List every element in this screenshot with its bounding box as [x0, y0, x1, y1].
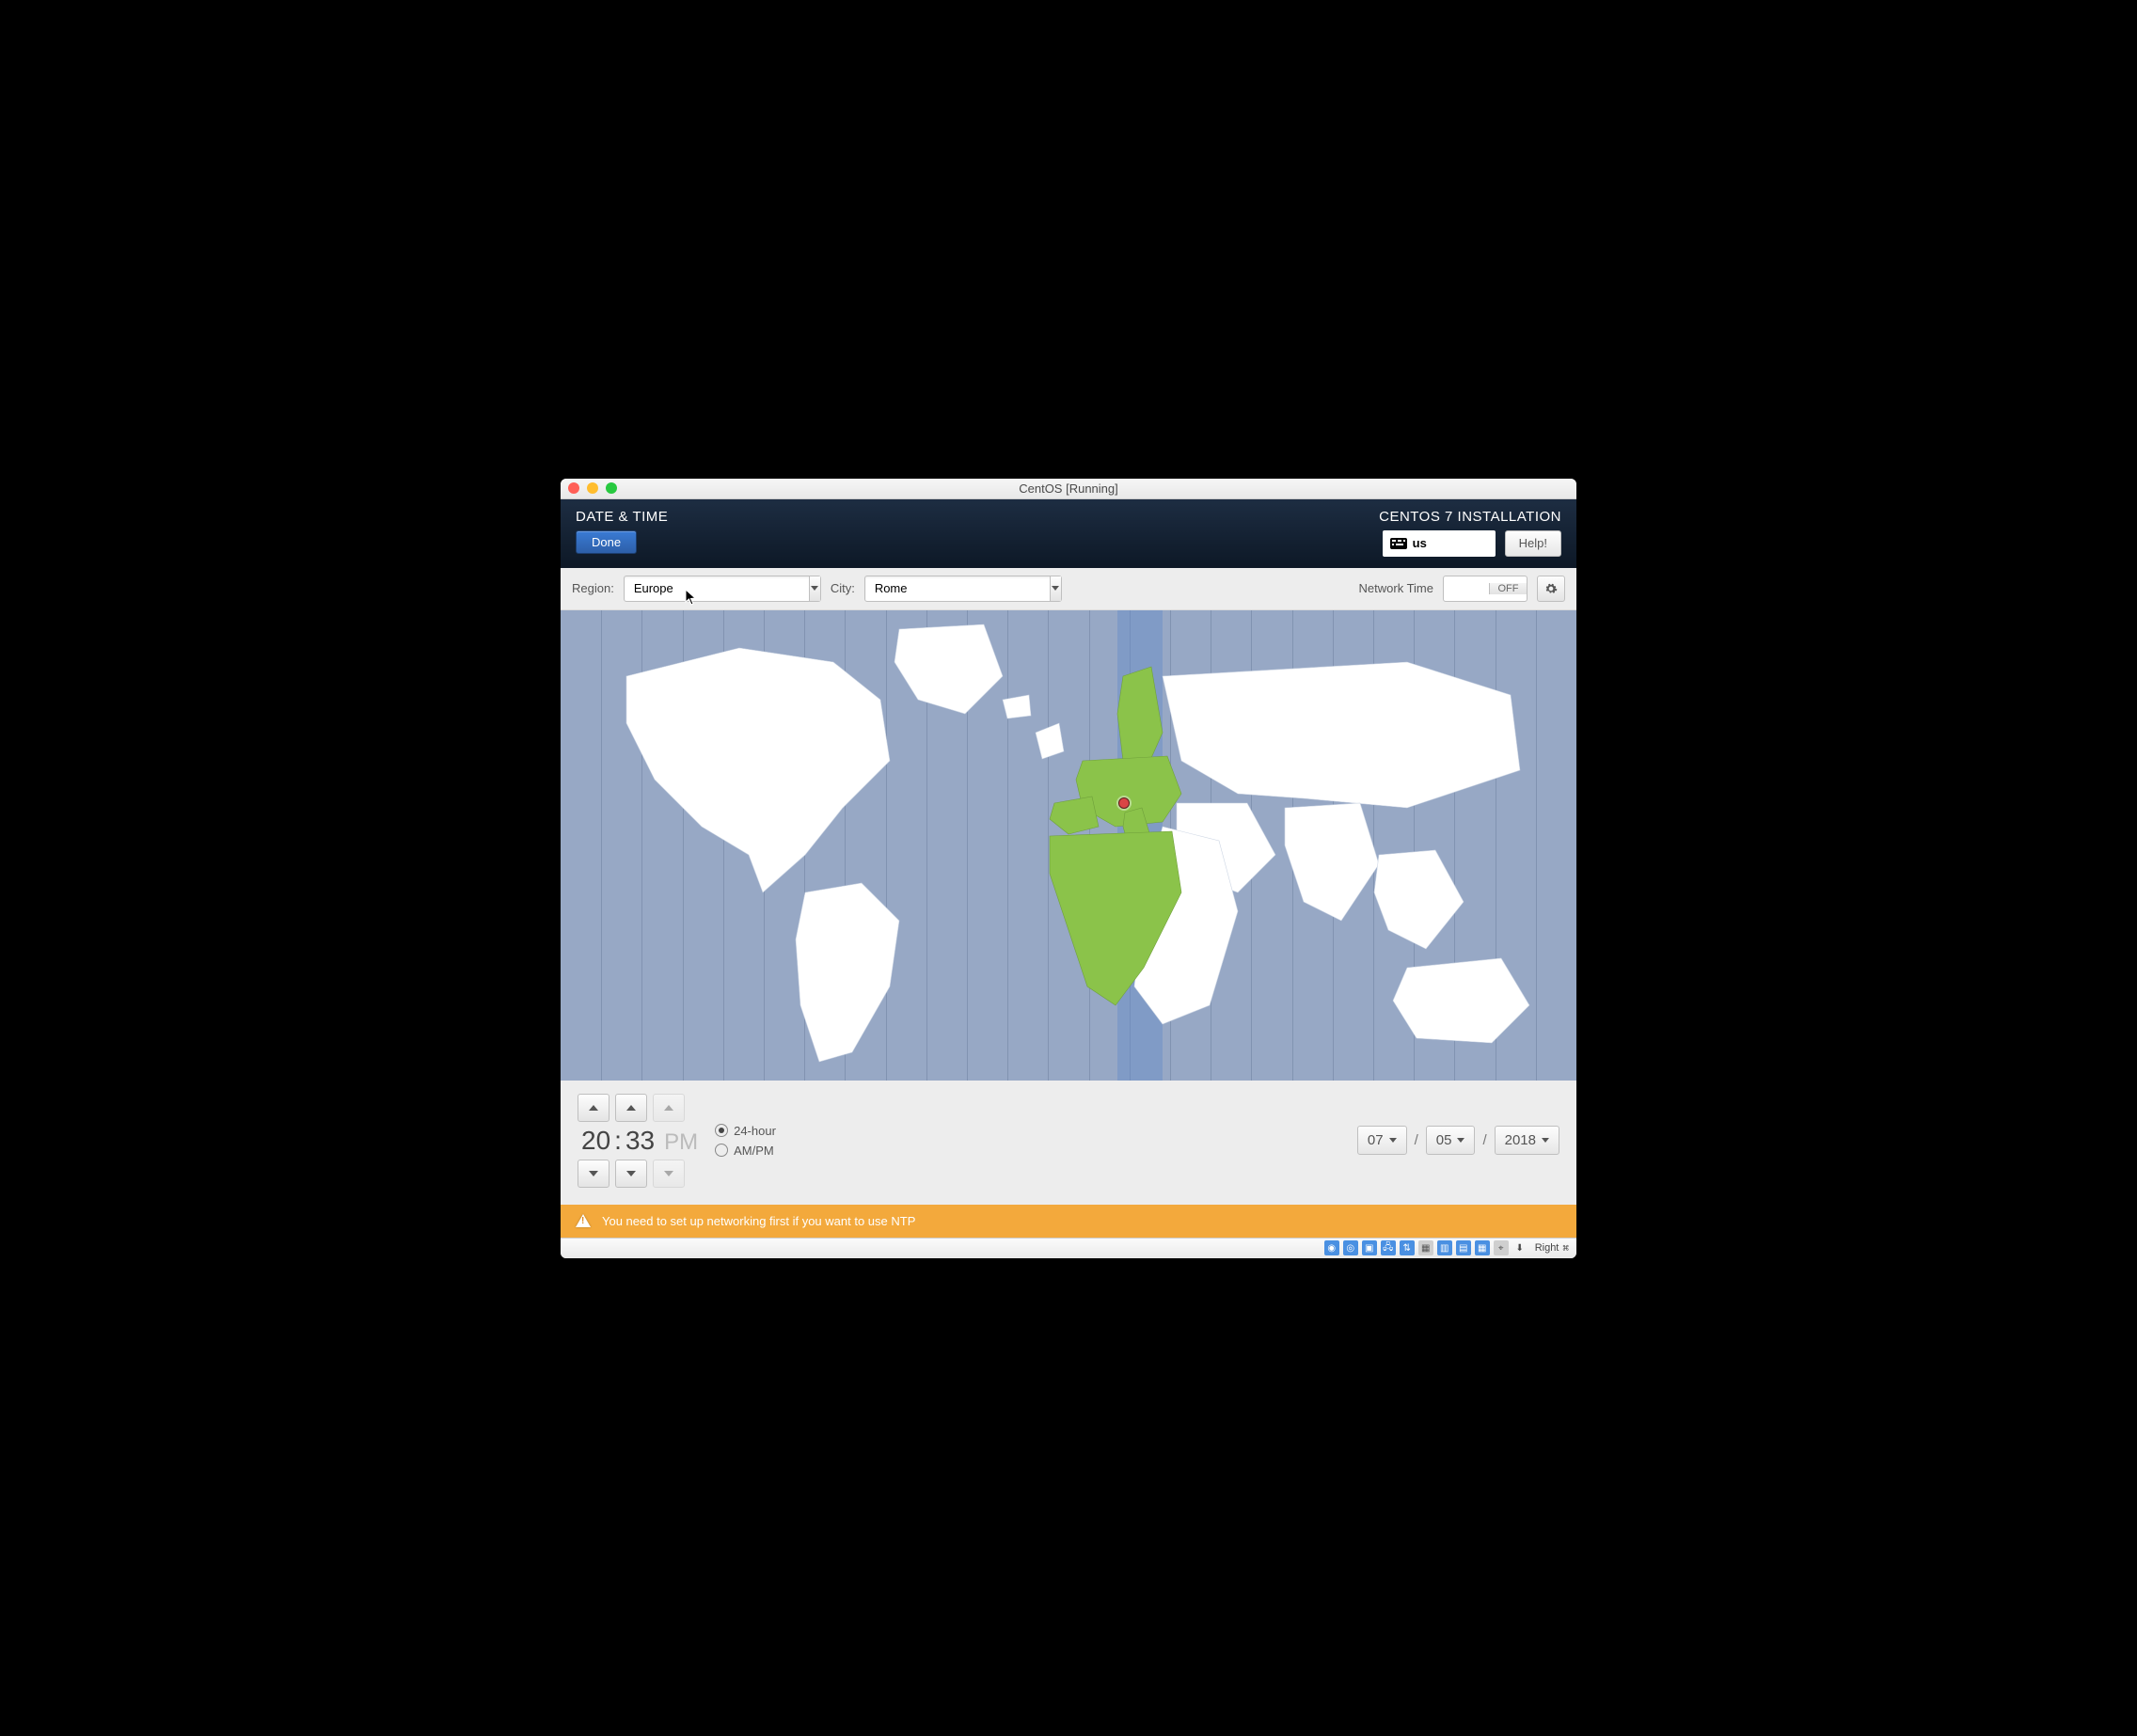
date-separator: / — [1482, 1132, 1486, 1148]
region-combo[interactable] — [624, 576, 821, 602]
minutes-up-button[interactable] — [615, 1094, 647, 1122]
chevron-up-icon — [626, 1105, 636, 1111]
help-button[interactable]: Help! — [1505, 530, 1561, 557]
vm-statusbar: ◉ ◎ ▣ 🖧 ⇅ ▦ ▥ ▤ ▦ ⌖ ⬇ Right ⌘ — [561, 1238, 1576, 1258]
city-input[interactable] — [865, 581, 1050, 595]
keyboard-layout-value: us — [1413, 536, 1427, 550]
vm-mouse-icon[interactable]: ⌖ — [1494, 1240, 1509, 1255]
radio-ampm-label: AM/PM — [734, 1144, 774, 1158]
done-button[interactable]: Done — [576, 530, 637, 554]
hours-down-button[interactable] — [578, 1160, 609, 1188]
gear-icon — [1544, 582, 1558, 595]
ampm-up-button — [653, 1094, 685, 1122]
vm-settings-icon[interactable]: ▦ — [1475, 1240, 1490, 1255]
chevron-up-icon — [664, 1105, 673, 1111]
day-select[interactable]: 05 — [1426, 1126, 1476, 1155]
minimize-window-button[interactable] — [587, 482, 598, 494]
radio-icon — [715, 1124, 728, 1137]
minutes-value: 33 — [625, 1126, 655, 1156]
hours-value: 20 — [581, 1126, 610, 1156]
ntp-settings-button[interactable] — [1537, 576, 1565, 602]
region-input[interactable] — [625, 581, 809, 595]
date-selectors: 07 / 05 / 2018 — [1357, 1126, 1559, 1155]
keyboard-layout-indicator[interactable]: us — [1383, 530, 1496, 557]
radio-icon — [715, 1144, 728, 1157]
warning-text: You need to set up networking first if y… — [602, 1214, 915, 1228]
chevron-down-icon — [1542, 1138, 1549, 1143]
close-window-button[interactable] — [568, 482, 579, 494]
year-value: 2018 — [1505, 1132, 1536, 1148]
install-title: CENTOS 7 INSTALLATION — [1379, 509, 1561, 525]
mac-titlebar: CentOS [Running] — [561, 479, 1576, 499]
region-dropdown-button[interactable] — [809, 576, 820, 601]
warning-icon — [576, 1214, 591, 1227]
chevron-down-icon — [811, 586, 818, 591]
page-title: DATE & TIME — [576, 509, 668, 525]
ampm-down-button — [653, 1160, 685, 1188]
city-dropdown-button[interactable] — [1050, 576, 1061, 601]
network-time-label: Network Time — [1359, 581, 1433, 595]
chevron-down-icon — [664, 1171, 673, 1176]
time-format-radios: 24-hour AM/PM — [715, 1124, 776, 1158]
vm-record-icon[interactable]: ▤ — [1456, 1240, 1471, 1255]
vm-window: CentOS [Running] DATE & TIME Done CENTOS… — [561, 479, 1576, 1258]
chevron-down-icon — [589, 1171, 598, 1176]
installer-header: DATE & TIME Done CENTOS 7 INSTALLATION u… — [561, 499, 1576, 568]
chevron-down-icon — [1389, 1138, 1397, 1143]
city-label: City: — [831, 581, 855, 595]
toggle-empty-slot — [1444, 576, 1489, 601]
ampm-value: PM — [664, 1129, 698, 1156]
radio-24h[interactable]: 24-hour — [715, 1124, 776, 1138]
vm-hostkey-icon[interactable]: ⬇ — [1512, 1240, 1528, 1255]
cmd-glyph: ⌘ — [1562, 1242, 1569, 1255]
datetime-controls: 20 : 33 PM 24-hour AM/PM — [561, 1081, 1576, 1205]
time-spinners: 20 : 33 PM — [578, 1094, 702, 1188]
time-display: 20 : 33 PM — [578, 1126, 702, 1156]
chevron-down-icon — [1052, 586, 1059, 591]
time-colon: : — [614, 1126, 622, 1156]
region-toolbar: Region: City: Network Time OFF — [561, 568, 1576, 610]
minutes-down-button[interactable] — [615, 1160, 647, 1188]
timezone-map[interactable] — [561, 610, 1576, 1081]
location-marker — [1118, 797, 1130, 809]
chevron-up-icon — [589, 1105, 598, 1111]
vm-disc-icon[interactable]: ◎ — [1343, 1240, 1358, 1255]
vm-hdd-icon[interactable]: ◉ — [1324, 1240, 1339, 1255]
region-label: Region: — [572, 581, 614, 595]
year-select[interactable]: 2018 — [1495, 1126, 1559, 1155]
day-value: 05 — [1436, 1132, 1452, 1148]
keyboard-icon — [1390, 538, 1407, 549]
hours-up-button[interactable] — [578, 1094, 609, 1122]
vm-display-icon[interactable]: ▥ — [1437, 1240, 1452, 1255]
chevron-down-icon — [626, 1171, 636, 1176]
network-time-toggle[interactable]: OFF — [1443, 576, 1528, 602]
vm-shared-icon[interactable]: ▦ — [1418, 1240, 1433, 1255]
warning-bar: You need to set up networking first if y… — [561, 1205, 1576, 1238]
radio-24h-label: 24-hour — [734, 1124, 776, 1138]
world-continents — [561, 610, 1576, 1081]
month-value: 07 — [1368, 1132, 1384, 1148]
vm-network-icon[interactable]: 🖧 — [1381, 1240, 1396, 1255]
vm-usb-icon[interactable]: ⇅ — [1400, 1240, 1415, 1255]
zoom-window-button[interactable] — [606, 482, 617, 494]
radio-ampm[interactable]: AM/PM — [715, 1144, 776, 1158]
month-select[interactable]: 07 — [1357, 1126, 1407, 1155]
window-title: CentOS [Running] — [561, 481, 1576, 496]
traffic-lights — [568, 482, 617, 494]
date-separator: / — [1415, 1132, 1418, 1148]
chevron-down-icon — [1457, 1138, 1464, 1143]
city-combo[interactable] — [864, 576, 1062, 602]
toggle-off-label: OFF — [1489, 583, 1527, 594]
mouse-cursor — [685, 589, 698, 606]
vm-audio-icon[interactable]: ▣ — [1362, 1240, 1377, 1255]
hostkey-label: Right — [1535, 1242, 1559, 1254]
